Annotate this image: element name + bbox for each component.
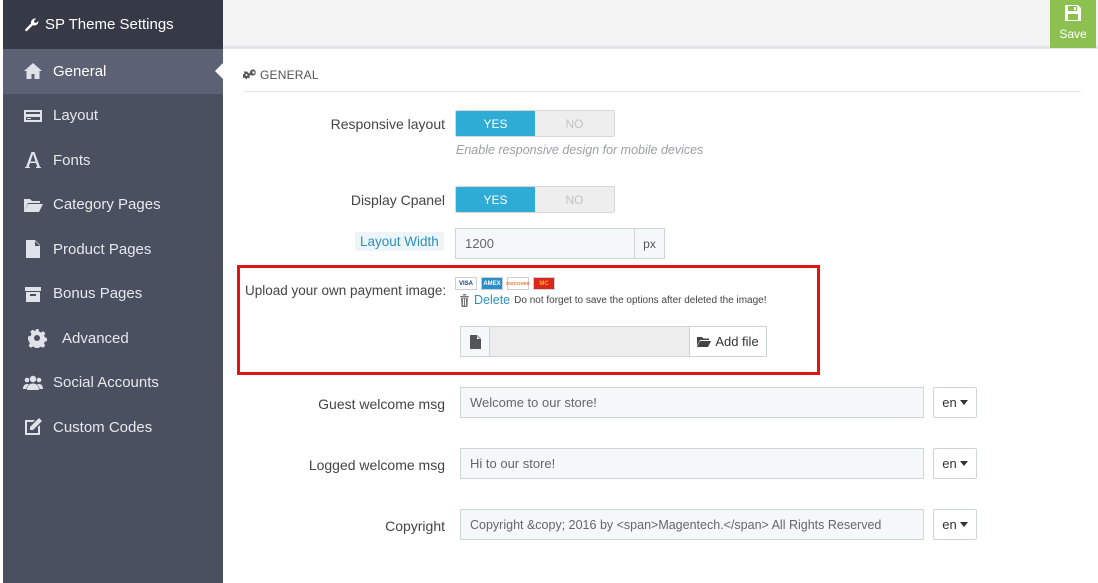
gear-icon xyxy=(26,328,48,349)
sidebar-item-layout[interactable]: Layout xyxy=(3,94,223,139)
sidebar-item-label: Layout xyxy=(53,107,99,125)
payment-cards-image: VISA AMEX DISCOVER MC xyxy=(455,277,555,290)
delete-note: Do not forget to save the options after … xyxy=(514,294,767,306)
trash-icon xyxy=(460,293,469,307)
layout-width-label: Layout Width xyxy=(355,232,444,251)
responsive-layout-label: Responsive layout xyxy=(330,116,445,132)
sidebar-item-label: Product Pages xyxy=(53,240,152,258)
payment-image-highlight: Upload your own payment image: VISA AMEX… xyxy=(237,265,820,375)
sidebar-item-advanced[interactable]: Advanced xyxy=(3,316,223,361)
sidebar-item-label: General xyxy=(53,62,107,80)
folder-open-icon xyxy=(22,195,44,215)
sidebar-item-label: Fonts xyxy=(53,151,91,169)
responsive-no-option[interactable]: NO xyxy=(535,111,614,136)
caret-down-icon xyxy=(959,461,968,466)
logged-welcome-label: Logged welcome msg xyxy=(308,457,445,473)
archive-icon xyxy=(22,284,44,304)
caret-down-icon xyxy=(959,522,968,527)
sidebar-item-label: Bonus Pages xyxy=(53,285,143,303)
copyright-label: Copyright xyxy=(385,518,445,534)
add-file-label: Add file xyxy=(715,334,759,349)
file-path-input[interactable] xyxy=(490,327,689,356)
wrench-icon xyxy=(25,18,39,31)
sidebar-item-social-accounts[interactable]: Social Accounts xyxy=(3,361,223,406)
main-content: GENERAL Responsive layout YES NO Enable … xyxy=(223,52,1098,583)
gears-icon xyxy=(243,69,256,80)
sidebar-item-label: Social Accounts xyxy=(53,374,159,392)
home-icon xyxy=(22,61,44,81)
sidebar-item-label: Advanced xyxy=(62,329,129,347)
sidebar-header: SP Theme Settings xyxy=(3,0,223,49)
folder-open-icon xyxy=(697,336,712,347)
payment-image-label: Upload your own payment image: xyxy=(245,283,447,298)
top-toolbar: Save xyxy=(223,0,1098,49)
cpanel-no-option[interactable]: NO xyxy=(535,187,614,212)
guest-welcome-input[interactable]: Welcome to our store! xyxy=(460,387,924,418)
delete-image-link[interactable]: Delete xyxy=(474,293,510,307)
responsive-layout-toggle[interactable]: YES NO xyxy=(455,110,615,137)
sidebar-item-label: Custom Codes xyxy=(53,418,153,436)
file-icon xyxy=(461,327,490,356)
guest-lang-dropdown[interactable]: en xyxy=(933,387,977,418)
guest-welcome-label: Guest welcome msg xyxy=(318,396,445,412)
sidebar: SP Theme Settings General Layout Fonts C… xyxy=(3,0,223,583)
lang-label: en xyxy=(942,395,957,410)
cpanel-yes-option[interactable]: YES xyxy=(456,187,535,212)
floppy-disk-icon xyxy=(1065,5,1081,21)
responsive-help-text: Enable responsive design for mobile devi… xyxy=(456,143,704,157)
file-upload-group: Add file xyxy=(460,326,767,357)
sidebar-item-category-pages[interactable]: Category Pages xyxy=(3,183,223,228)
pencil-square-icon xyxy=(22,417,44,437)
copyright-input[interactable]: Copyright &copy; 2016 by <span>Magentech… xyxy=(460,509,924,540)
file-text-icon xyxy=(22,239,44,259)
sidebar-item-bonus-pages[interactable]: Bonus Pages xyxy=(3,272,223,317)
users-icon xyxy=(22,373,44,393)
save-button[interactable]: Save xyxy=(1050,0,1096,48)
mastercard-card-icon: MC xyxy=(533,277,555,290)
layout-width-group: 1200 px xyxy=(455,228,665,259)
discover-card-icon: DISCOVER xyxy=(506,277,530,290)
layout-width-input[interactable]: 1200 xyxy=(455,228,635,259)
amex-card-icon: AMEX xyxy=(481,277,503,290)
lang-label: en xyxy=(942,517,957,532)
display-cpanel-toggle[interactable]: YES NO xyxy=(455,186,615,213)
add-file-button[interactable]: Add file xyxy=(689,327,766,356)
sidebar-title: SP Theme Settings xyxy=(45,16,174,33)
logged-lang-dropdown[interactable]: en xyxy=(933,448,977,479)
responsive-yes-option[interactable]: YES xyxy=(456,111,535,136)
sidebar-item-custom-codes[interactable]: Custom Codes xyxy=(3,405,223,450)
credit-card-icon xyxy=(22,106,44,126)
lang-label: en xyxy=(942,456,957,471)
sidebar-item-general[interactable]: General xyxy=(3,49,223,94)
visa-card-icon: VISA xyxy=(455,277,477,290)
logged-welcome-input[interactable]: Hi to our store! xyxy=(460,448,924,479)
sidebar-item-fonts[interactable]: Fonts xyxy=(3,138,223,183)
caret-down-icon xyxy=(959,400,968,405)
save-label: Save xyxy=(1059,27,1087,41)
font-icon xyxy=(22,150,44,170)
sidebar-item-product-pages[interactable]: Product Pages xyxy=(3,227,223,272)
section-title-text: GENERAL xyxy=(260,68,319,82)
display-cpanel-label: Display Cpanel xyxy=(350,192,445,208)
delete-row: Delete Do not forget to save the options… xyxy=(459,293,767,307)
copyright-lang-dropdown[interactable]: en xyxy=(933,509,977,540)
sidebar-item-label: Category Pages xyxy=(53,196,161,214)
layout-width-unit: px xyxy=(635,228,665,259)
section-title: GENERAL xyxy=(243,68,1081,92)
